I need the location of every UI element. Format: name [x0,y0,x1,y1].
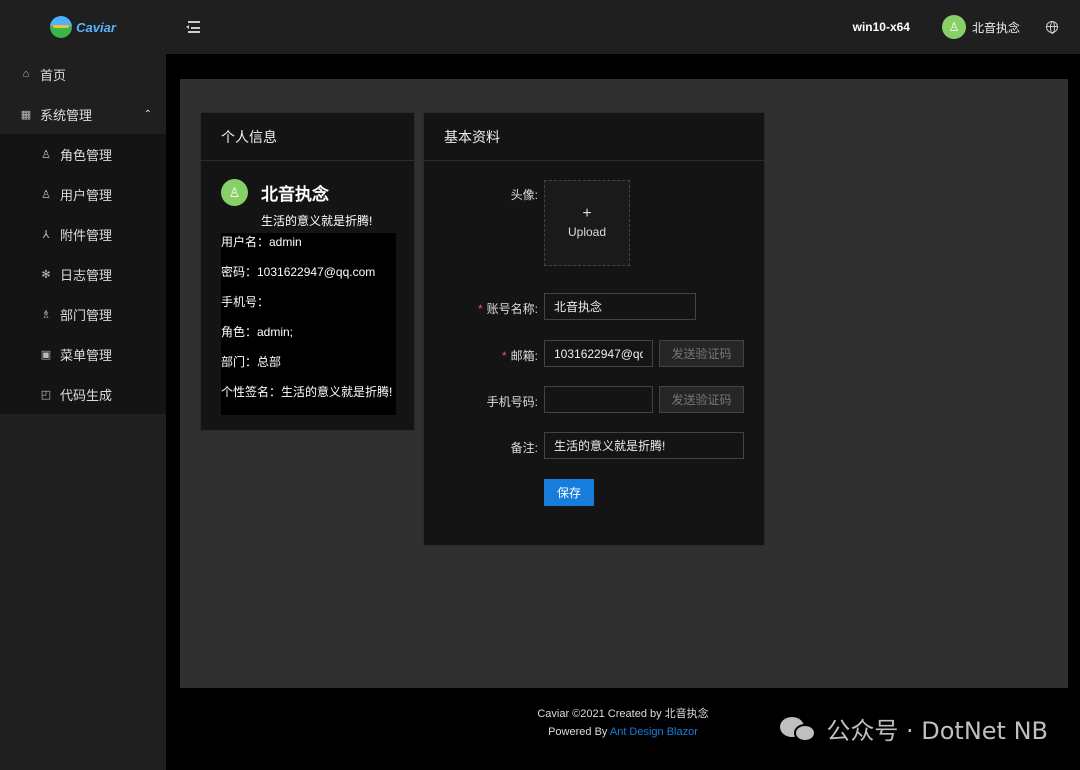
account-label: * 账号名称: [477,302,538,316]
bug-icon: ✻ [41,268,51,281]
email-label: * 邮箱: [501,349,538,363]
top-header: win10-x64 ♙ 北音执念 [166,0,1080,54]
sidebar-item-log[interactable]: ✻ 日志管理 [0,254,166,294]
profile-info-list: 用户名：admin 密码：1031622947@qq.com 手机号： 角色：a… [221,233,396,415]
email-input[interactable] [544,340,653,367]
sidebar-item-attachment[interactable]: ⅄ 附件管理 [0,214,166,254]
profile-card: 个人信息 ♙ 北音执念 生活的意义就是折腾! 用户名：admin 密码：1031… [200,112,415,431]
basic-info-card: 基本资料 头像: + Upload *账号名称: *邮箱: 发送验证码 手机号码… [423,112,765,546]
user-name: 北音执念 [971,20,1020,35]
menu-icon: ▣ [40,348,52,361]
sidebar-item-label: 日志管理 [60,267,113,283]
info-phone: 手机号： [221,295,270,309]
sidebar-item-role[interactable]: ♙ 角色管理 [0,134,166,174]
sidebar-item-codegen[interactable]: ◰ 代码生成 [0,374,166,414]
user-icon: ♙ [41,188,51,201]
send-phone-code-button[interactable]: 发送验证码 [659,386,744,413]
sidebar-submenu: ♙ 角色管理 ♙ 用户管理 ⅄ 附件管理 ✻ 日志管理 ♗ 部门管理 ▣ 菜单管… [0,134,166,414]
host-name: win10-x64 [852,20,910,34]
save-button[interactable]: 保存 [544,479,594,506]
note-input[interactable] [544,432,744,459]
app-root: Caviar ⌂ 首页 ▦ 系统管理 ⌃ ♙ 角色管理 ♙ 用户管理 ⅄ 附件管… [0,0,1080,770]
avatar: ♙ [941,15,966,39]
code-icon: ◰ [40,388,52,401]
profile-name: 北音执念 [261,185,329,204]
user-menu[interactable]: ♙ 北音执念 [941,15,1020,39]
profile-header: ♙ 北音执念 [221,179,394,206]
sidebar-item-menu[interactable]: ▣ 菜单管理 [0,334,166,374]
account-input[interactable] [544,293,696,320]
sidebar-item-department[interactable]: ♗ 部门管理 [0,294,166,334]
basic-card-title: 基本资料 [424,113,764,161]
profile-signature: 生活的意义就是折腾! [261,214,373,228]
user-icon: ♙ [228,184,241,200]
appstore-icon: ▦ [20,108,32,121]
header-right: win10-x64 ♙ 北音执念 [853,15,1080,39]
phone-input[interactable] [544,386,653,413]
sidebar-group-system[interactable]: ▦ 系统管理 ⌃ [0,94,166,134]
sidebar-empty-area [0,414,166,770]
team-icon: ♗ [41,308,51,321]
watermark: 公众号 · DotNet NB [780,711,1048,746]
user-icon: ♙ [41,148,51,161]
phone-label: 手机号码: [486,395,538,409]
send-email-code-button[interactable]: 发送验证码 [659,340,744,367]
watermark-text: 公众号 · DotNet NB [826,717,1048,745]
info-department: 部门：总部 [221,355,282,369]
sidebar-item-user[interactable]: ♙ 用户管理 [0,174,166,214]
plus-icon: + [582,205,592,222]
profile-card-title: 个人信息 [201,113,414,161]
logo-text: Caviar [76,19,116,35]
info-role: 角色：admin; [221,325,294,339]
sidebar-item-label: 角色管理 [60,147,113,163]
ant-design-link[interactable]: Ant Design Blazor [610,726,698,738]
sidebar-item-label: 用户管理 [60,187,113,203]
avatar-upload[interactable]: + Upload [544,180,630,266]
home-icon: ⌂ [22,68,30,80]
menu-fold-icon[interactable] [186,21,200,33]
upload-label: Upload [567,225,607,239]
chevron-up-icon: ⌃ [143,108,152,120]
sidebar-item-label: 部门管理 [60,307,113,323]
sidebar-item-label: 菜单管理 [60,347,113,363]
sidebar-menu: ⌂ 首页 ▦ 系统管理 ⌃ ♙ 角色管理 ♙ 用户管理 ⅄ 附件管理 ✻ 日志管… [0,54,166,414]
logo[interactable]: Caviar [0,0,166,54]
avatar: ♙ [221,179,248,206]
profile-body: ♙ 北音执念 生活的意义就是折腾! 用户名：admin 密码：103162294… [201,161,414,433]
avatar-label: 头像: [510,188,538,202]
sidebar-item-home[interactable]: ⌂ 首页 [0,54,166,94]
sidebar-item-label: 附件管理 [60,227,113,243]
sidebar: Caviar ⌂ 首页 ▦ 系统管理 ⌃ ♙ 角色管理 ♙ 用户管理 ⅄ 附件管… [0,0,166,770]
sidebar-group-label: 系统管理 [40,107,93,123]
main-content: 个人信息 ♙ 北音执念 生活的意义就是折腾! 用户名：admin 密码：1031… [180,79,1068,688]
sidebar-item-label: 代码生成 [60,387,113,403]
cluster-icon: ⅄ [42,228,50,241]
note-label: 备注: [510,441,538,455]
logo-icon [50,16,73,38]
info-username: 用户名：admin [221,235,302,249]
sidebar-item-label: 首页 [40,67,67,83]
user-icon: ♙ [948,20,960,34]
wechat-icon [780,715,818,743]
info-password: 密码：1031622947@qq.com [221,265,376,279]
info-signature: 个性签名：生活的意义就是折腾! [221,385,393,399]
globe-icon[interactable] [1046,21,1058,34]
